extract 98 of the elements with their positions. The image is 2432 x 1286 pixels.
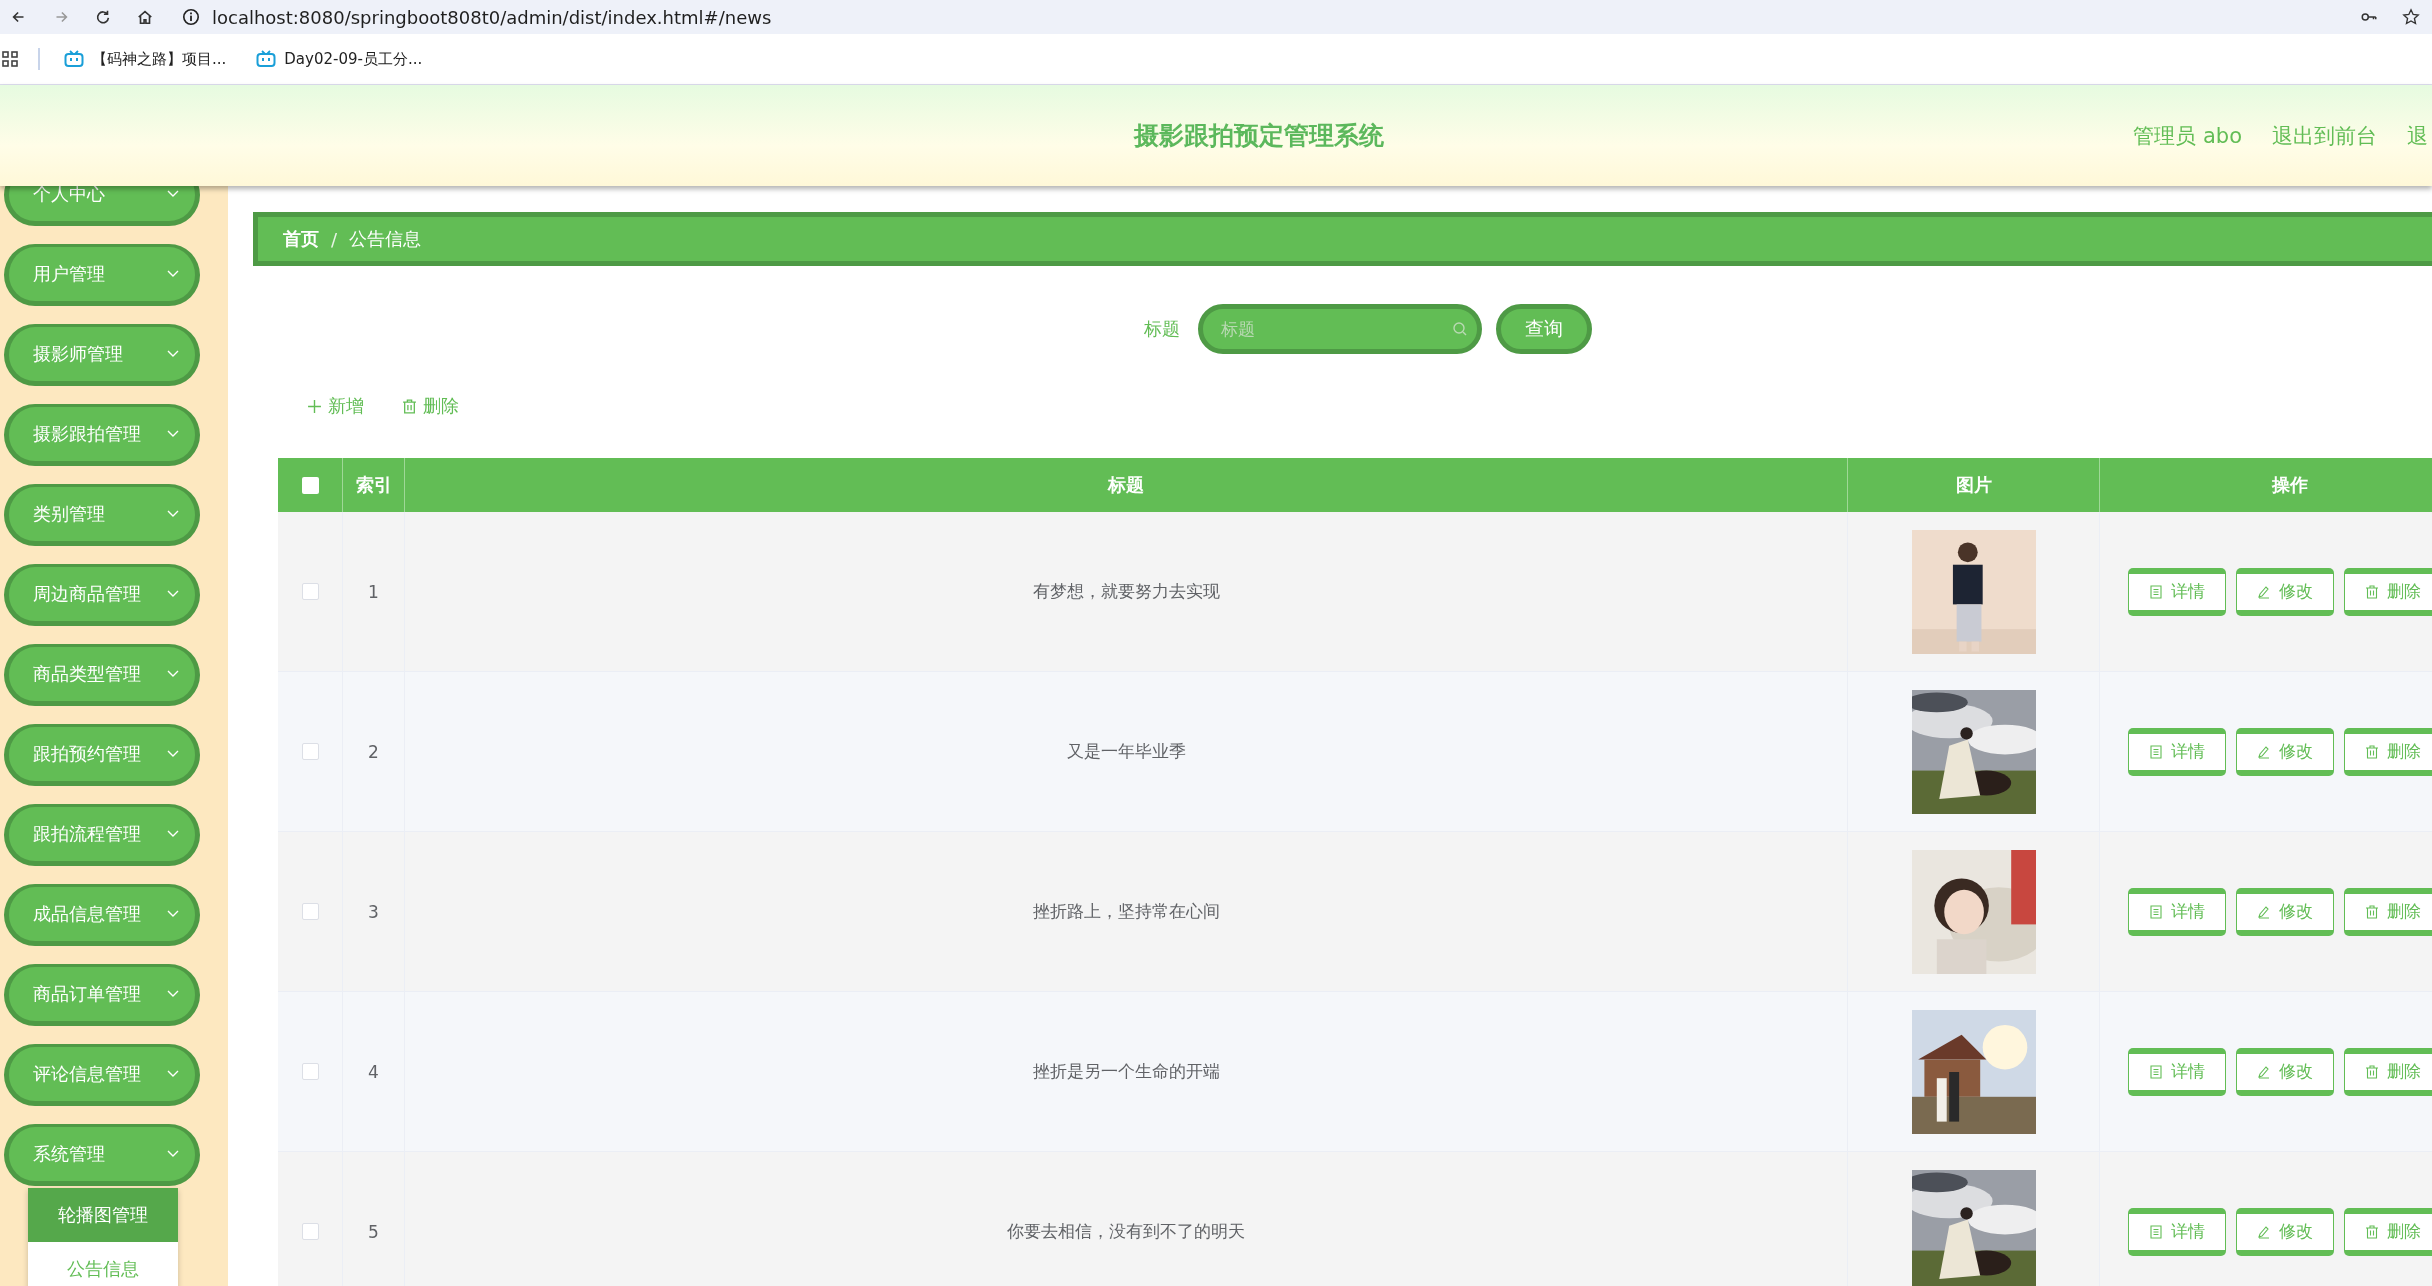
edit-button[interactable]: 修改 [2236,1047,2334,1096]
document-icon [2149,1064,2163,1079]
query-button[interactable]: 查询 [1495,304,1592,354]
title-cell: 有梦想，就要努力去实现 [1032,580,1220,603]
detail-button[interactable]: 详情 [2128,567,2226,616]
search-label: 标题 [1143,317,1180,341]
menu-item[interactable]: 跟拍预约管理 [4,724,200,786]
submenu-item[interactable]: 轮播图管理 [28,1188,178,1242]
chevron-down-icon [167,750,179,758]
info-icon[interactable] [182,8,200,26]
pencil-icon [2257,1064,2271,1079]
chevron-down-icon [167,590,179,598]
document-icon [2149,744,2163,759]
breadcrumb-link[interactable]: 公告信息 [349,227,422,251]
reload-icon[interactable] [94,8,112,26]
add-button[interactable]: 新增 [303,390,368,422]
row-checkbox[interactable] [301,903,319,920]
pencil-icon [2257,1224,2271,1239]
chevron-down-icon [167,910,179,918]
chevron-down-icon [167,350,179,358]
row-checkbox[interactable] [301,743,319,760]
breadcrumb-link[interactable]: 首页 [283,227,319,251]
menu-item[interactable]: 评论信息管理 [4,1044,200,1106]
header-link[interactable]: 管理员 abo [2133,121,2242,150]
title-cell: 挫折是另一个生命的开端 [1032,1060,1220,1083]
row-checkbox[interactable] [301,1063,319,1080]
chevron-down-icon [167,1150,179,1158]
detail-button[interactable]: 详情 [2128,1207,2226,1256]
edit-button[interactable]: 修改 [2236,727,2334,776]
menu-item[interactable]: 跟拍流程管理 [4,804,200,866]
menu-item[interactable]: 周边商品管理 [4,564,200,626]
delete-button[interactable]: 删除 [398,390,463,422]
home-icon[interactable] [136,8,154,26]
title-cell: 又是一年毕业季 [1066,740,1186,763]
pencil-icon [2257,584,2271,599]
chevron-down-icon [167,270,179,278]
trash-icon [2365,1224,2379,1239]
bookmark[interactable]: 【码神之路】项目... [64,49,227,69]
trash-icon [2365,744,2379,759]
delete-button[interactable]: 删除 [2344,727,2432,776]
index-cell: 5 [368,1221,379,1242]
delete-button[interactable]: 删除 [2344,887,2432,936]
chevron-down-icon [167,670,179,678]
menu-item[interactable]: 商品订单管理 [4,964,200,1026]
menu-item[interactable]: 成品信息管理 [4,884,200,946]
apps-icon[interactable] [2,51,18,67]
pencil-icon [2257,904,2271,919]
chevron-down-icon [167,190,179,198]
delete-button[interactable]: 删除 [2344,1047,2432,1096]
pencil-icon [2257,744,2271,759]
menu-item[interactable]: 摄影跟拍管理 [4,404,200,466]
breadcrumb-separator: / [331,228,338,250]
edit-button[interactable]: 修改 [2236,1207,2334,1256]
trash-icon [2365,904,2379,919]
menu-item[interactable]: 摄影师管理 [4,324,200,386]
detail-button[interactable]: 详情 [2128,1047,2226,1096]
chevron-down-icon [167,990,179,998]
index-cell: 4 [368,1061,379,1082]
delete-button[interactable]: 删除 [2344,567,2432,616]
title-cell: 你要去相信，没有到不了的明天 [1007,1220,1245,1243]
chevron-down-icon [167,510,179,518]
row-checkbox[interactable] [301,1223,319,1240]
menu-item[interactable]: 系统管理 [4,1124,200,1186]
menu-item[interactable]: 类别管理 [4,484,200,546]
trash-icon [402,398,417,414]
star-icon[interactable] [2402,8,2420,26]
header-link[interactable]: 退出到前台 [2272,121,2377,150]
index-cell: 1 [368,581,379,602]
document-icon [2149,584,2163,599]
search-field[interactable]: 标题 [1197,304,1482,354]
tv-icon [64,50,84,68]
edit-button[interactable]: 修改 [2236,567,2334,616]
search-icon [1451,321,1468,337]
chevron-down-icon [167,830,179,838]
header-link[interactable]: 退 [2407,121,2428,150]
detail-button[interactable]: 详情 [2128,887,2226,936]
title-cell: 挫折路上，坚持常在心间 [1032,900,1220,923]
url-text: localhost:8080/springboot808t0/admin/dist/index.html#/news [212,6,772,28]
trash-icon [2365,1064,2379,1079]
system-title: 摄影跟拍预定管理系统 [1134,120,1384,152]
submenu-item[interactable]: 公告信息 [28,1242,178,1286]
bookmark[interactable]: Day02-09-员工分... [256,49,423,69]
menu-item[interactable]: 商品类型管理 [4,644,200,706]
select-all-checkbox[interactable] [301,476,319,494]
index-cell: 3 [368,901,379,922]
chevron-down-icon [167,430,179,438]
delete-button[interactable]: 删除 [2344,1207,2432,1256]
document-icon [2149,1224,2163,1239]
tv-icon [256,50,277,68]
row-checkbox[interactable] [301,583,319,600]
trash-icon [2365,584,2379,599]
document-icon [2149,904,2163,919]
plus-icon [307,398,322,414]
index-cell: 2 [368,741,379,762]
edit-button[interactable]: 修改 [2236,887,2334,936]
menu-item[interactable]: 用户管理 [4,244,200,306]
detail-button[interactable]: 详情 [2128,727,2226,776]
chevron-down-icon [167,1070,179,1078]
